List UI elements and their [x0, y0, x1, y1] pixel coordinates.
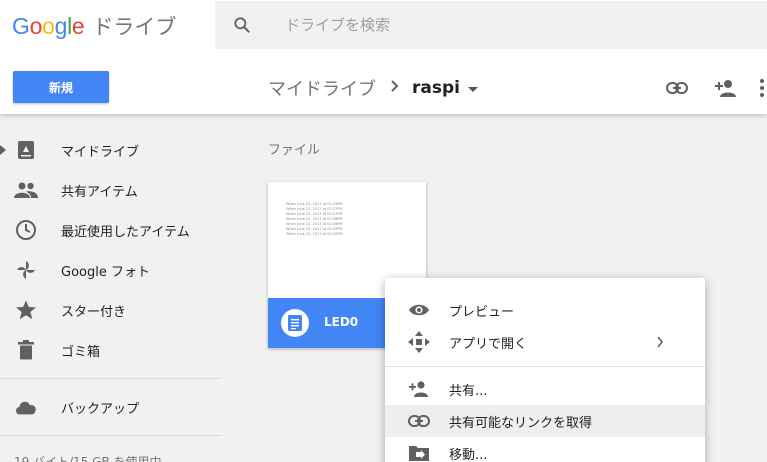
- files-section-label: ファイル: [268, 143, 321, 158]
- person-add-icon: [408, 378, 430, 400]
- submenu-chevron-icon: [655, 335, 665, 349]
- menu-item-move[interactable]: 移動...: [385, 437, 705, 462]
- drive-window: Google ドライブ 新規 マイドライブ raspi: [0, 0, 767, 462]
- logo-letter: G: [12, 13, 30, 39]
- sidebar-item-label: Google フォト: [61, 264, 150, 280]
- star-icon: [14, 298, 38, 322]
- sidebar-item-label: ゴミ箱: [61, 344, 101, 360]
- file-context-menu: プレビュー アプリで開く 共有... 共有可能なリンクを取得 移動...: [385, 278, 705, 462]
- sidebar-item-my-drive[interactable]: マイドライブ: [0, 130, 220, 170]
- top-header: Google ドライブ 新規 マイドライブ raspi: [0, 0, 767, 114]
- share-person-add-icon[interactable]: [714, 76, 738, 100]
- menu-item-label: アプリで開く: [449, 336, 528, 352]
- eye-icon: [408, 299, 430, 321]
- link-icon: [408, 410, 430, 432]
- menu-item-preview[interactable]: プレビュー: [385, 294, 705, 326]
- search-input[interactable]: [285, 13, 705, 37]
- folder-menu-caret-icon[interactable]: [467, 86, 478, 92]
- expand-arrow-icon[interactable]: [0, 145, 6, 155]
- logo-letter: o: [42, 13, 55, 39]
- file-name: LED0: [324, 315, 359, 329]
- google-docs-icon: [281, 309, 309, 337]
- shared-icon: [14, 178, 38, 202]
- sidebar-divider: [0, 435, 221, 436]
- sidebar-item-label: 共有アイテム: [61, 184, 138, 200]
- google-drive-logo[interactable]: Google ドライブ: [12, 11, 176, 41]
- sidebar-item-starred[interactable]: スター付き: [0, 290, 220, 330]
- logo-letter: o: [29, 13, 43, 39]
- my-drive-icon: [14, 138, 38, 162]
- breadcrumb-my-drive[interactable]: マイドライブ: [268, 75, 376, 101]
- logo-letter: e: [71, 13, 85, 39]
- sidebar: マイドライブ 共有アイテム 最近使用したアイテム Google フォト スター付…: [0, 114, 240, 462]
- move-folder-icon: [408, 442, 430, 462]
- sidebar-item-backup[interactable]: バックアップ: [0, 387, 220, 427]
- get-link-icon[interactable]: [665, 76, 689, 100]
- menu-item-label: 移動...: [449, 447, 488, 462]
- photos-pinwheel-icon: [14, 258, 38, 282]
- recent-clock-icon: [14, 218, 38, 242]
- sidebar-item-label: マイドライブ: [61, 144, 140, 160]
- sidebar-item-shared[interactable]: 共有アイテム: [0, 170, 220, 210]
- breadcrumb: マイドライブ raspi: [268, 74, 478, 102]
- sidebar-divider: [0, 378, 221, 379]
- sidebar-item-label: 最近使用したアイテム: [61, 224, 190, 240]
- menu-item-share[interactable]: 共有...: [385, 373, 705, 405]
- more-options-icon[interactable]: [757, 76, 767, 100]
- menu-item-open-with[interactable]: アプリで開く: [385, 326, 705, 358]
- sidebar-item-recent[interactable]: 最近使用したアイテム: [0, 210, 220, 250]
- trash-icon: [14, 338, 38, 362]
- breadcrumb-separator-icon: [390, 78, 400, 98]
- breadcrumb-current-folder[interactable]: raspi: [412, 78, 460, 98]
- menu-divider: [385, 366, 705, 367]
- sidebar-item-trash[interactable]: ゴミ箱: [0, 330, 220, 370]
- search-icon[interactable]: [232, 15, 252, 35]
- menu-item-label: 共有可能なリンクを取得: [449, 415, 593, 431]
- menu-item-label: プレビュー: [449, 304, 515, 320]
- sidebar-item-label: スター付き: [61, 304, 127, 320]
- thumbnail-text: When June 22, 2017 at 02:29PM When June …: [286, 202, 342, 237]
- sidebar-item-google-photos[interactable]: Google フォト: [0, 250, 220, 290]
- thumbnail-line: When June 22, 2017 at 02:30PM: [286, 232, 343, 236]
- backup-cloud-icon: [14, 395, 38, 419]
- product-name: ドライブ: [92, 15, 177, 39]
- menu-item-label: 共有...: [449, 383, 488, 399]
- new-button[interactable]: 新規: [13, 71, 109, 103]
- search-bar: [215, 1, 767, 49]
- storage-usage-text: 19 バイト/15 GB を使用中: [14, 455, 162, 462]
- open-with-icon: [408, 331, 430, 353]
- logo-letter: g: [54, 13, 68, 39]
- sidebar-item-label: バックアップ: [61, 401, 140, 417]
- menu-item-get-shareable-link[interactable]: 共有可能なリンクを取得: [385, 405, 705, 437]
